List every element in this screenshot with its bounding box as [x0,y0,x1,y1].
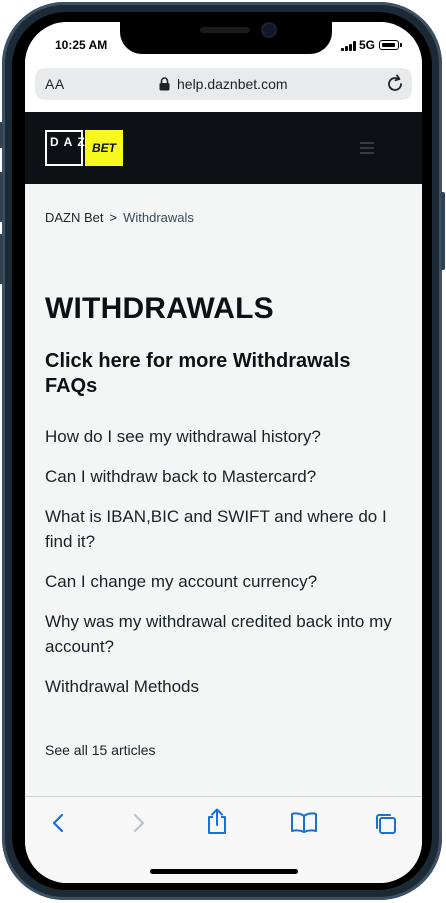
article-link[interactable]: How do I see my withdrawal history? [45,424,405,449]
main-content: DAZN Bet > Withdrawals WITHDRAWALS Click h… [25,184,422,796]
reload-icon[interactable] [385,74,405,94]
breadcrumb: DAZN Bet > Withdrawals [45,210,194,225]
bookmarks-icon[interactable] [290,811,318,835]
battery-tip [400,43,402,47]
article-link[interactable]: What is IBAN,BIC and SWIFT and where do … [45,504,405,554]
article-link[interactable]: Can I withdraw back to Mastercard? [45,464,405,489]
article-link[interactable]: Can I change my account currency? [45,569,405,594]
see-all-articles-link[interactable]: See all 15 articles [45,742,156,758]
article-link[interactable]: Why was my withdrawal credited back into… [45,609,405,659]
browser-address-area: AA help.daznbet.com [25,66,422,112]
lock-icon [159,77,170,91]
earpiece-speaker [200,27,250,33]
address-bar[interactable]: AA help.daznbet.com [35,68,412,100]
forward-icon[interactable] [128,811,148,835]
more-faqs-link[interactable]: Click here for more Withdrawals FAQs [45,349,405,399]
notch [120,18,332,54]
text-size-button[interactable]: AA [45,76,65,92]
cellular-signal-icon [341,41,357,51]
bet-logo[interactable]: BET [85,130,123,166]
battery-icon [379,40,399,50]
back-icon[interactable] [49,811,69,835]
tabs-icon[interactable] [374,812,398,836]
article-link[interactable]: Withdrawal Methods [45,674,405,699]
network-type: 5G [359,38,376,52]
status-time: 10:25 AM [55,38,108,52]
screen: 10:25 AM 5G AA help.daznbet.com DAZN BET [25,22,422,883]
silent-switch [0,122,3,148]
power-button [441,192,445,270]
volume-up-button [0,172,3,222]
url-text[interactable]: help.daznbet.com [177,76,288,92]
page-title: WITHDRAWALS [45,292,274,325]
home-indicator[interactable] [150,869,298,874]
dazn-logo[interactable]: DAZN [45,130,98,166]
breadcrumb-separator: > [109,210,118,225]
front-camera [263,24,275,36]
hamburger-menu-icon[interactable] [360,142,374,154]
article-list: How do I see my withdrawal history? Can … [45,424,405,714]
browser-toolbar [25,796,422,883]
breadcrumb-current[interactable]: Withdrawals [123,210,194,225]
volume-down-button [0,234,3,284]
breadcrumb-root-link[interactable]: DAZN Bet [45,210,104,225]
share-icon[interactable] [206,807,228,835]
site-header: DAZN BET [25,112,422,184]
